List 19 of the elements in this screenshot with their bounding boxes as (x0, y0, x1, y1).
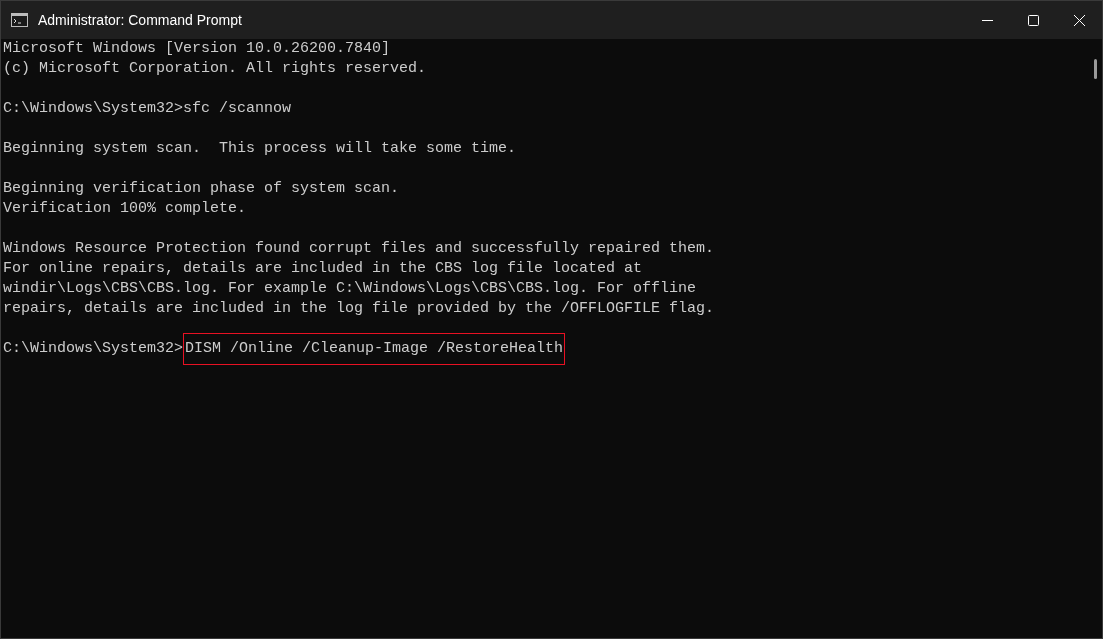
minimize-icon (981, 19, 993, 21)
console-output-line: Verification 100% complete. (3, 199, 247, 219)
console-output-line: repairs, details are included in the log file provided by the /OFFLOGFILE flag. (3, 299, 715, 319)
command-prompt-icon (11, 13, 28, 27)
scrollbar-thumb[interactable] (1093, 59, 1097, 79)
console-output-line: (c) Microsoft Corporation. All rights reserved. (3, 59, 427, 79)
console-output-line: Windows Resource Protection found corrupt files and successfully repaired them. (3, 239, 715, 259)
console-output-line: windir\Logs\CBS\CBS.log. For example C:\Windows\Logs\CBS\CBS.log. For offline (3, 279, 697, 299)
typed-command: sfc /scannow (183, 99, 292, 119)
typed-command: DISM /Online /Cleanup-Image /RestoreHealth (183, 333, 566, 365)
window-title: Administrator: Command Prompt (38, 10, 242, 30)
close-icon (1073, 14, 1085, 26)
command-prompt-path: C:\Windows\System32> (3, 339, 184, 359)
console-output-line: Beginning verification phase of system scan. (3, 179, 400, 199)
console-output-line: Beginning system scan. This process will take some time. (3, 139, 517, 159)
console-output-line: For online repairs, details are included in the CBS log file located at (3, 259, 643, 279)
command-prompt-path: C:\Windows\System32> (3, 99, 184, 119)
console-output-line: Microsoft Windows [Version 10.0.26200.7840] (3, 39, 391, 59)
maximize-icon (1027, 14, 1039, 26)
